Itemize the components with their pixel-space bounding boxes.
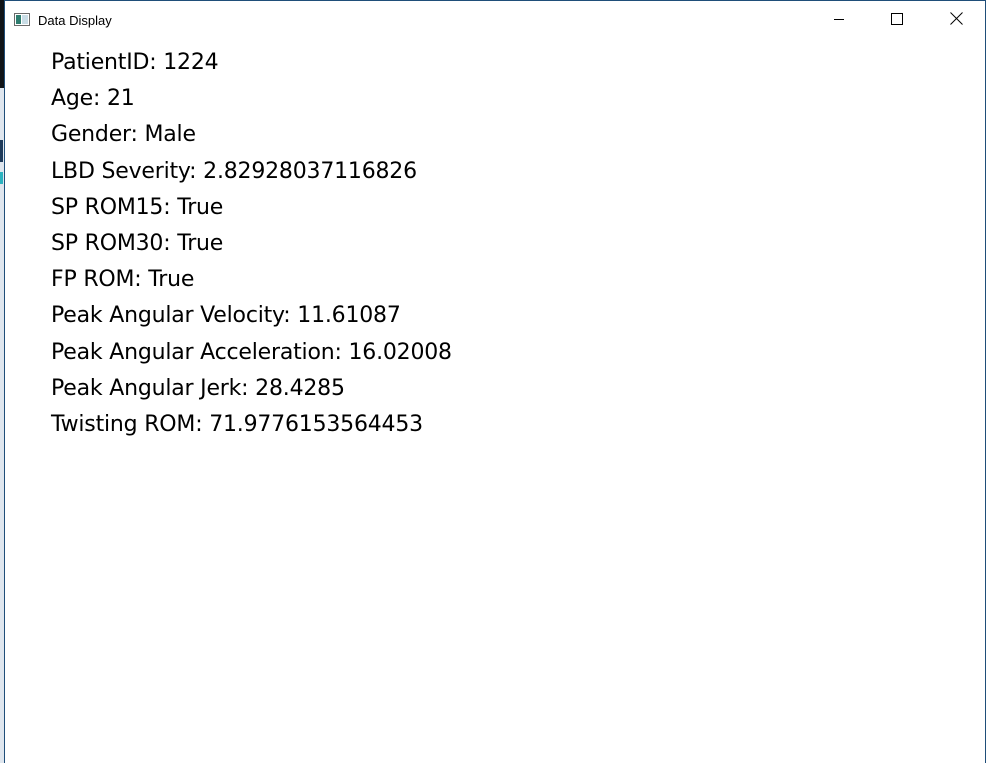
- app-window-icon: [14, 13, 30, 26]
- patient-id-text: PatientID: 1224: [51, 50, 219, 75]
- twisting-rom-text: Twisting ROM: 71.9776153564453: [51, 412, 423, 438]
- patient-data-panel: PatientID: 1224 Age: 21 Gender: Male LBD…: [51, 45, 452, 443]
- data-display-window: Data Display PatientID: 1224 Age: 21 Gen…: [4, 0, 986, 763]
- maximize-icon: [891, 12, 903, 30]
- minimize-icon: [833, 12, 845, 30]
- desktop-item-edge-accent: [0, 172, 3, 184]
- gender-text: Gender: Male: [51, 122, 196, 148]
- close-button[interactable]: [927, 1, 985, 41]
- close-icon: [949, 12, 963, 30]
- sp-rom15-text: SP ROM15: True: [51, 194, 224, 220]
- window-title: Data Display: [38, 13, 112, 28]
- minimize-button[interactable]: [810, 1, 868, 41]
- peak-angular-acceleration-text: Peak Angular Acceleration: 16.02008: [51, 339, 452, 365]
- fp-rom-text: FP ROM: True: [51, 267, 195, 293]
- sp-rom30-text: SP ROM30: True: [51, 231, 224, 257]
- peak-angular-jerk-text: Peak Angular Jerk: 28.4285: [51, 375, 345, 401]
- desktop-item-edge: [0, 140, 3, 162]
- lbd-severity-text: LBD Severity: 2.82928037116826: [51, 158, 417, 184]
- maximize-button[interactable]: [868, 1, 926, 41]
- age-text: Age: 21: [51, 86, 135, 112]
- peak-angular-velocity-text: Peak Angular Velocity: 11.61087: [51, 303, 401, 329]
- title-bar[interactable]: Data Display: [5, 1, 985, 41]
